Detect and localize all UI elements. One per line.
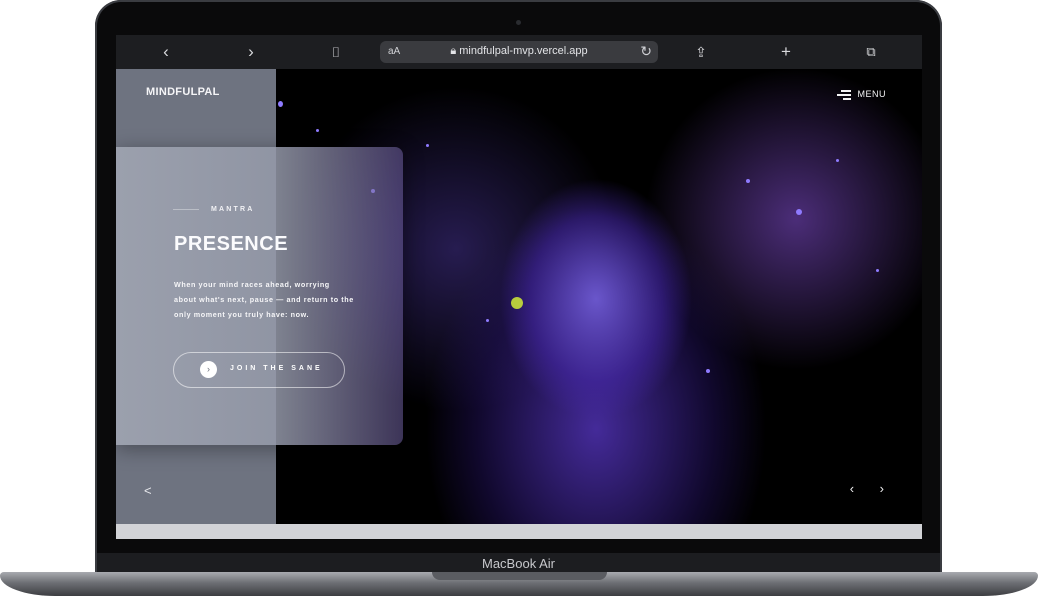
- browser-toolbar: ‹ › ⌷ aA 🔒︎ mindfulpal-mvp.vercel.app ↻ …: [116, 35, 922, 69]
- tabs-button[interactable]: ⧉: [861, 43, 881, 61]
- page-bottom-strip: [116, 524, 922, 539]
- card-kicker: MANTRA: [173, 206, 255, 213]
- laptop-notch: [432, 572, 607, 580]
- book-icon: ⌷: [331, 44, 341, 60]
- new-tab-button[interactable]: +: [776, 43, 796, 61]
- menu-button[interactable]: MENU: [836, 89, 887, 100]
- cursor-dot: [511, 297, 523, 309]
- address-bar[interactable]: aA 🔒︎ mindfulpal-mvp.vercel.app ↻: [380, 41, 658, 63]
- lock-icon: 🔒︎: [450, 45, 457, 57]
- prev-slide-button[interactable]: ‹: [850, 481, 854, 496]
- reload-button[interactable]: ↻: [640, 43, 652, 60]
- share-nodes-icon[interactable]: <: [144, 483, 152, 498]
- share-button[interactable]: ⇪: [691, 43, 711, 61]
- card-title: PRESENCE: [174, 233, 289, 255]
- url-text: 🔒︎ mindfulpal-mvp.vercel.app: [450, 45, 588, 57]
- card-description: When your mind races ahead, worrying abo…: [174, 280, 354, 319]
- site-logo[interactable]: MINDFULPAL: [146, 86, 220, 98]
- screen: ‹ › ⌷ aA 🔒︎ mindfulpal-mvp.vercel.app ↻ …: [116, 35, 922, 539]
- device-label: MacBook Air: [482, 556, 555, 571]
- hamburger-icon: [836, 90, 851, 100]
- slider-nav: ‹ ›: [828, 481, 884, 496]
- join-button[interactable]: › JOIN THE SANE: [173, 352, 345, 388]
- next-slide-button[interactable]: ›: [880, 481, 884, 496]
- mantra-card: MANTRA PRESENCE When your mind races ahe…: [116, 147, 403, 445]
- webpage: MINDFULPAL < MENU MANTRA PRESENCE When y…: [116, 69, 922, 524]
- back-button[interactable]: ‹: [156, 43, 176, 61]
- forward-button[interactable]: ›: [241, 43, 261, 61]
- play-icon: ›: [200, 361, 217, 378]
- camera-icon: [516, 20, 521, 25]
- bookmarks-button[interactable]: ⌷: [326, 43, 346, 61]
